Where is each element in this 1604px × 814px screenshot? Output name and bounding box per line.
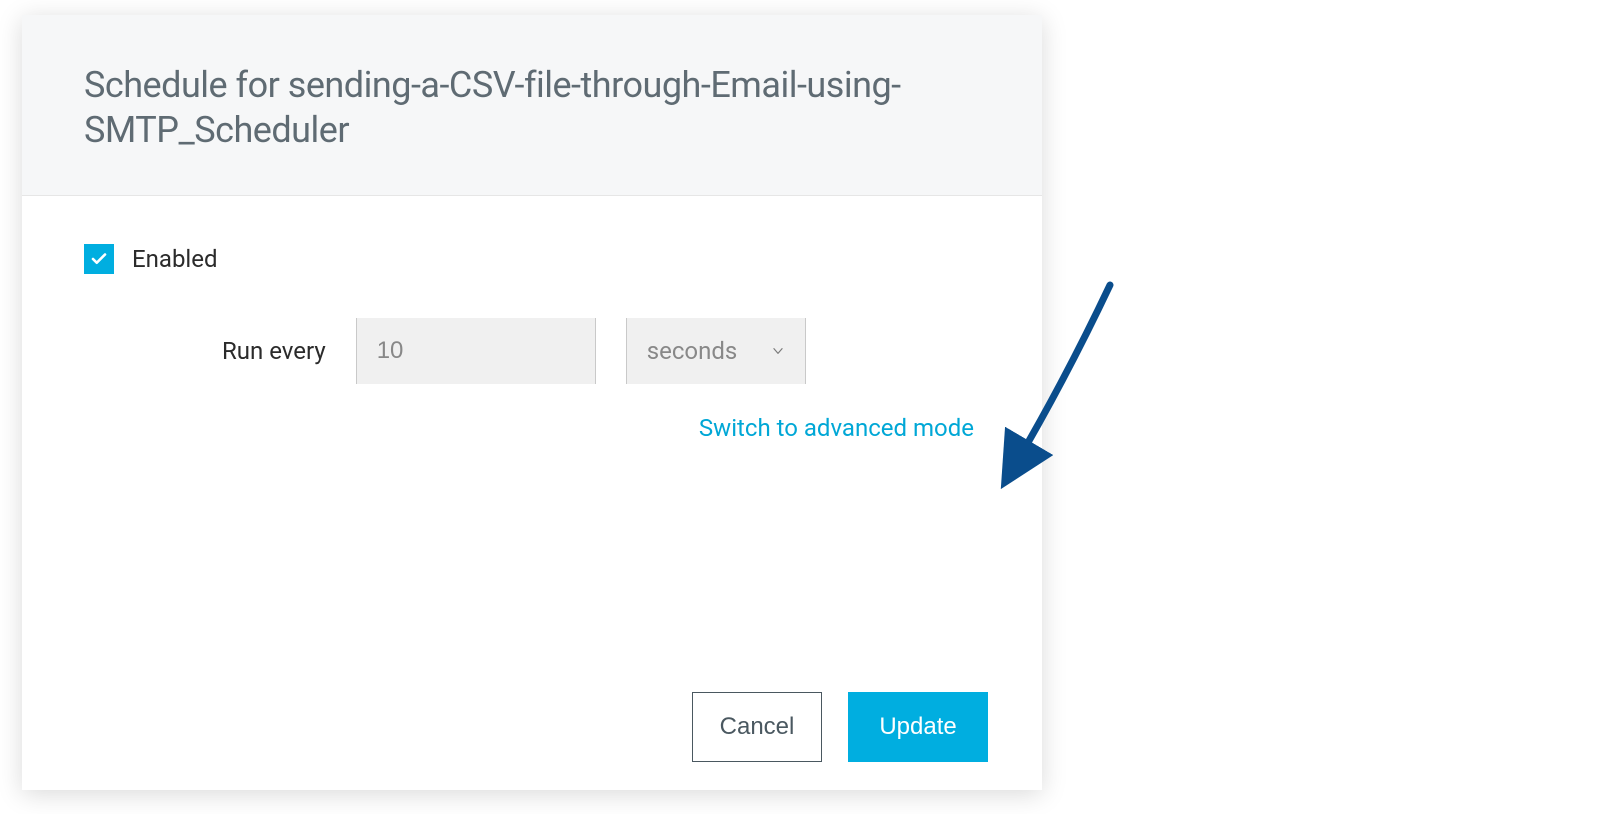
- dialog-header: Schedule for sending-a-CSV-file-through-…: [22, 15, 1042, 196]
- check-icon: [90, 250, 108, 268]
- enabled-checkbox[interactable]: [84, 244, 114, 274]
- cancel-button[interactable]: Cancel: [692, 692, 822, 762]
- dialog-body: Enabled Run every seconds Switch to adva…: [22, 196, 1042, 790]
- interval-unit-value: seconds: [647, 337, 771, 365]
- interval-unit-select[interactable]: seconds: [626, 318, 806, 384]
- advanced-mode-row: Switch to advanced mode: [84, 414, 980, 442]
- enabled-row: Enabled: [84, 244, 980, 274]
- interval-label: Run every: [222, 337, 326, 365]
- schedule-dialog: Schedule for sending-a-CSV-file-through-…: [22, 15, 1042, 790]
- chevron-down-icon: [771, 344, 785, 358]
- advanced-mode-link[interactable]: Switch to advanced mode: [699, 414, 974, 442]
- dialog-footer: Cancel Update: [692, 692, 988, 762]
- enabled-label: Enabled: [132, 245, 218, 273]
- dialog-title: Schedule for sending-a-CSV-file-through-…: [84, 63, 980, 153]
- interval-value-input[interactable]: [356, 318, 596, 384]
- interval-row: Run every seconds: [222, 318, 980, 384]
- update-button[interactable]: Update: [848, 692, 988, 762]
